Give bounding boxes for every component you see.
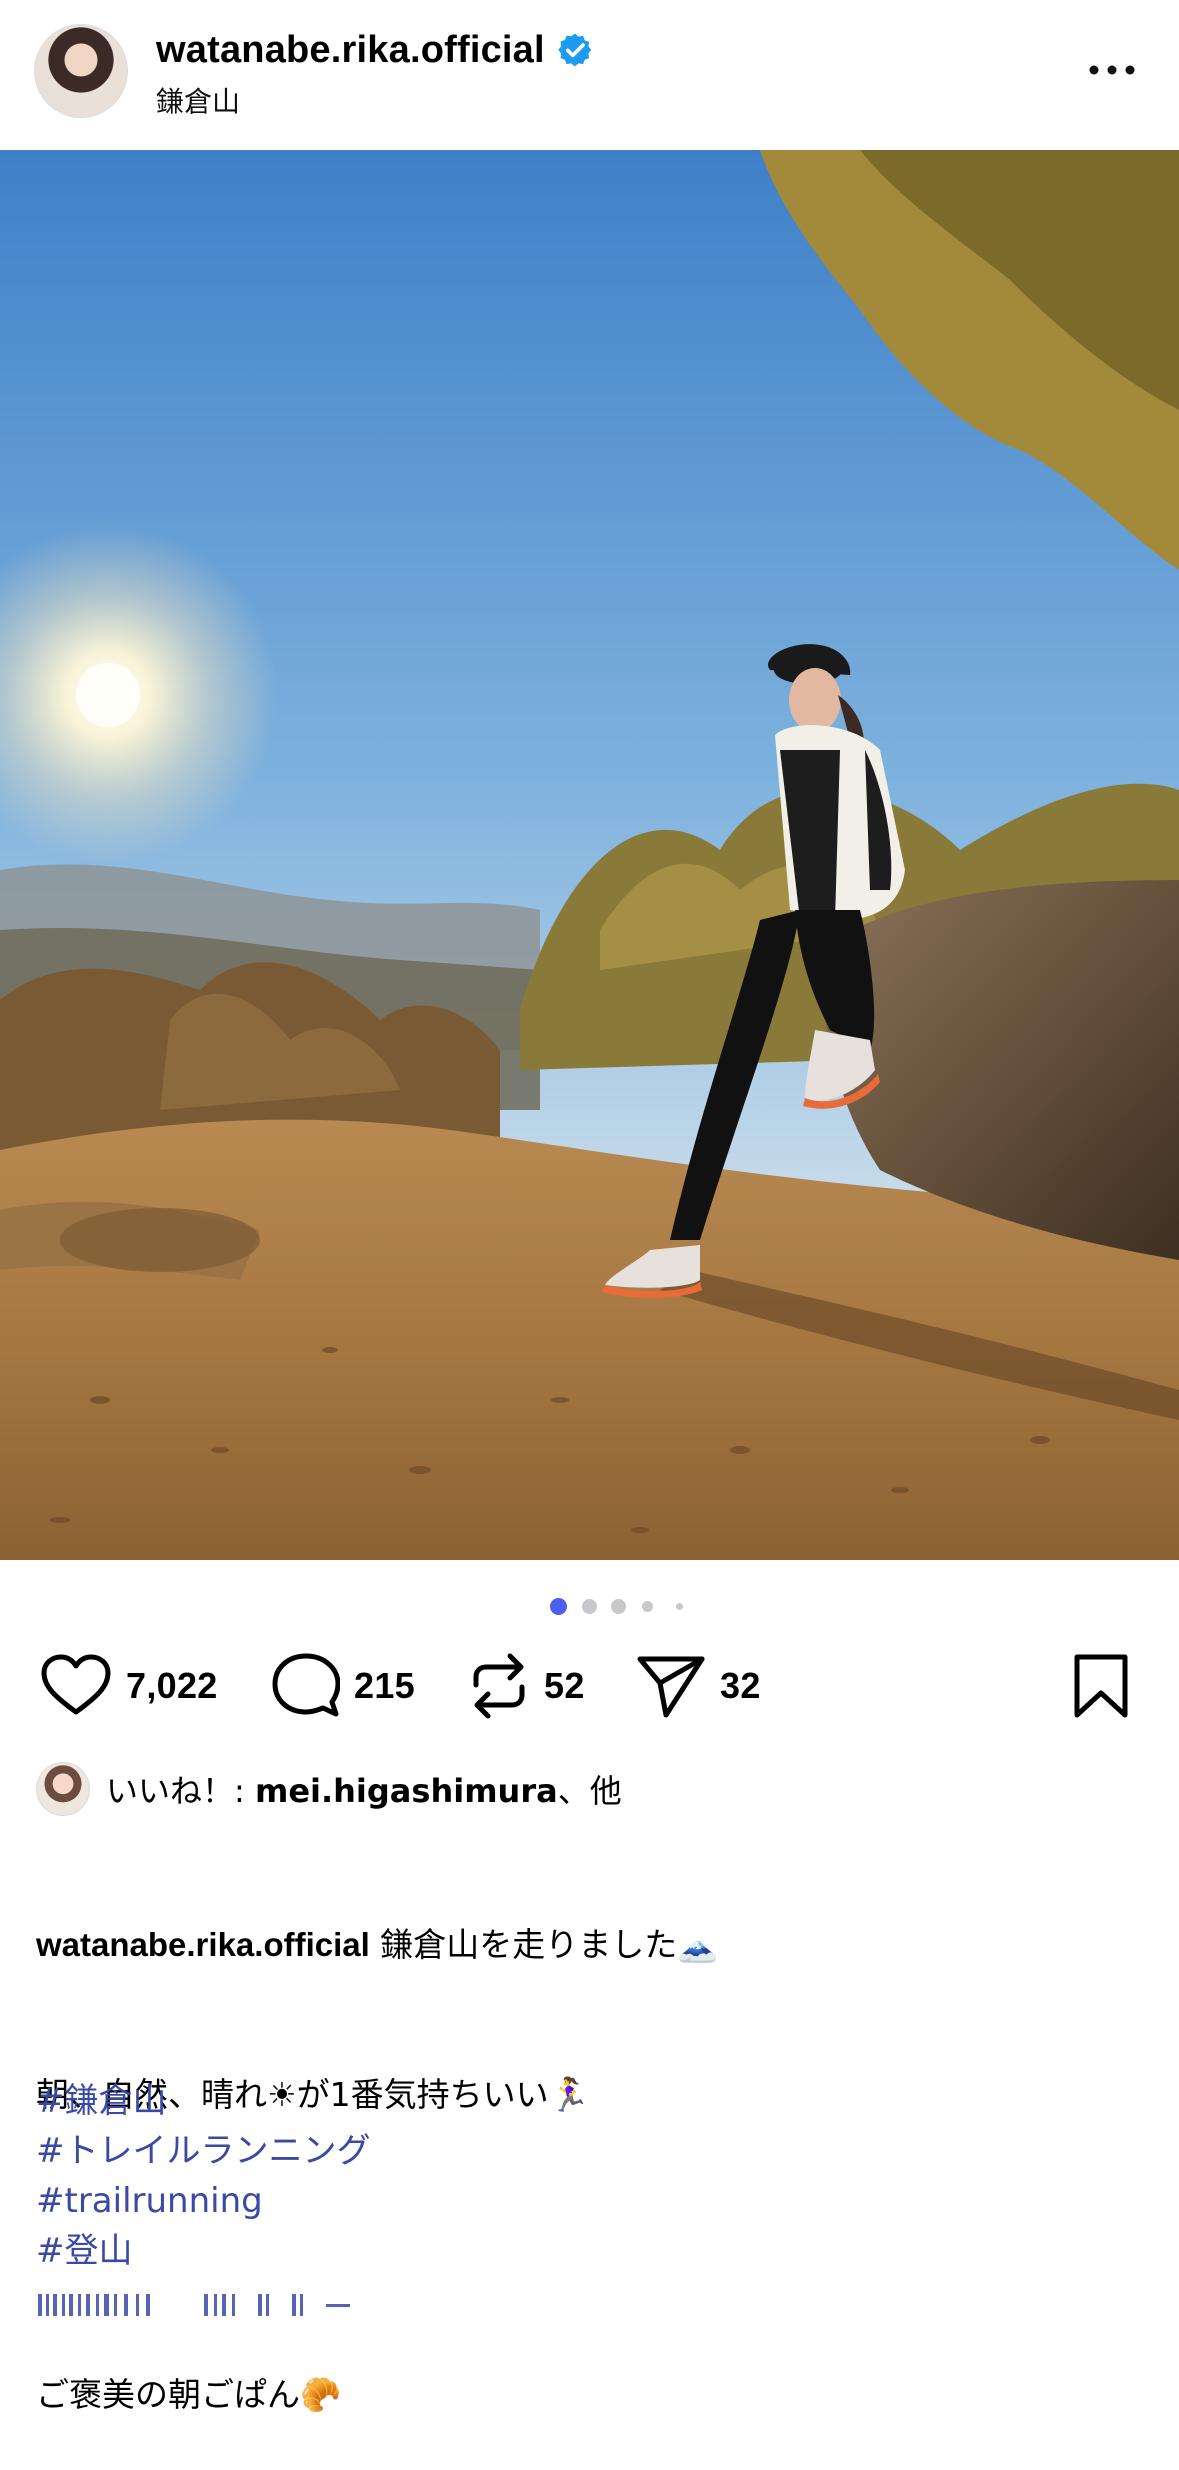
caption-username[interactable]: watanabe.rika.official <box>36 1926 370 1963</box>
liked-by-row[interactable]: いいね！: mei.higashimura、他 <box>36 1762 622 1816</box>
caption-line-1: watanabe.rika.official 鎌倉山を走りました🗻 <box>36 1920 1146 1970</box>
carousel-dot <box>642 1601 653 1612</box>
more-horizontal-icon[interactable] <box>1085 50 1139 90</box>
liker-avatar[interactable] <box>36 1762 90 1816</box>
likes-count: 7,022 <box>126 1665 218 1706</box>
like-action[interactable]: 7,022 <box>40 1648 218 1724</box>
action-bar: 7,022 215 52 32 <box>0 1648 1179 1724</box>
hashtag-link[interactable]: #trailrunning <box>36 2176 371 2226</box>
liked-by-prefix: いいね！: <box>106 1772 255 1810</box>
username-row: watanabe.rika.official <box>156 26 593 74</box>
trail-photo-illustration <box>0 150 1179 1560</box>
liked-by-text: いいね！: mei.higashimura、他 <box>106 1766 622 1812</box>
caption-line-4: ご褒美の朝ごぱん🥐 <box>36 2375 342 2414</box>
bookmark-icon[interactable] <box>1072 1653 1130 1719</box>
hashtag-link[interactable]: #登山 <box>36 2226 371 2276</box>
carousel-dot <box>582 1599 597 1614</box>
hashtag-link[interactable]: #トレイルランニング <box>36 2126 371 2176</box>
post-photo[interactable] <box>0 150 1179 1560</box>
reposts-count: 52 <box>544 1665 585 1706</box>
username[interactable]: watanabe.rika.official <box>156 29 545 72</box>
comment-action[interactable]: 215 <box>272 1648 415 1724</box>
verified-badge-icon <box>558 33 592 67</box>
caption-text-1: 鎌倉山を走りました🗻 <box>369 1925 719 1964</box>
hashtag-list: #鎌倉山 #トレイルランニング #trailrunning #登山 <box>36 2076 371 2276</box>
repost-icon[interactable] <box>468 1651 530 1721</box>
location-label[interactable]: 鎌倉山 <box>156 80 240 120</box>
share-action[interactable]: 32 <box>636 1648 761 1724</box>
comments-count: 215 <box>354 1665 415 1706</box>
shares-count: 32 <box>720 1665 761 1706</box>
liked-by-suffix[interactable]: 、他 <box>558 1772 622 1810</box>
post-header: watanabe.rika.official 鎌倉山 <box>0 0 1179 150</box>
profile-avatar[interactable] <box>34 24 128 118</box>
truncated-text-fragment <box>38 2294 350 2316</box>
carousel-indicator <box>0 1596 1179 1616</box>
save-action[interactable] <box>1072 1648 1130 1724</box>
carousel-dot <box>676 1603 683 1610</box>
carousel-dot <box>611 1599 626 1614</box>
comment-icon[interactable] <box>272 1652 340 1720</box>
hashtag-link[interactable]: #鎌倉山 <box>36 2076 371 2126</box>
share-send-icon[interactable] <box>636 1653 706 1719</box>
repost-action[interactable]: 52 <box>468 1648 585 1724</box>
liker-username[interactable]: mei.higashimura <box>255 1772 558 1810</box>
heart-icon[interactable] <box>40 1654 112 1718</box>
carousel-dot-active <box>550 1598 567 1615</box>
